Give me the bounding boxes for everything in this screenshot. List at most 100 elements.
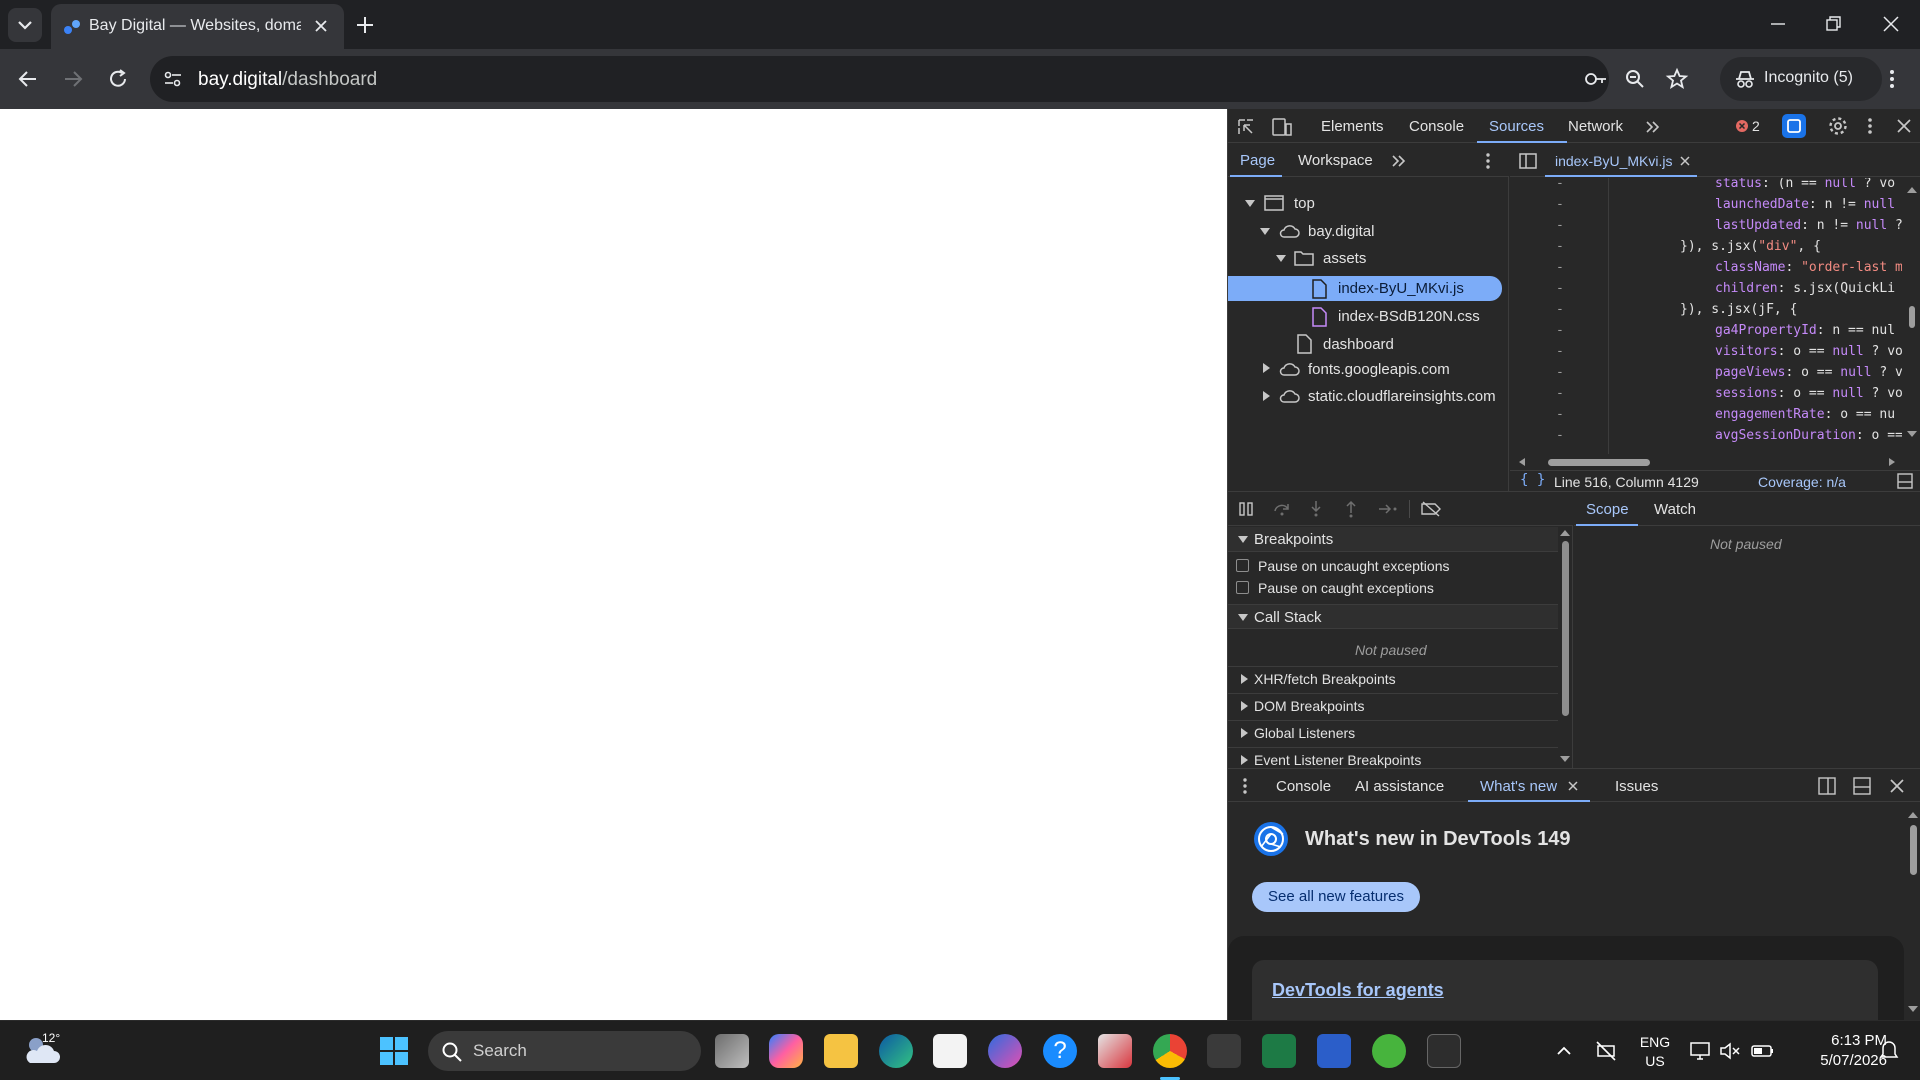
language-indicator[interactable]: ENG US xyxy=(1635,1033,1675,1071)
error-count[interactable]: 2 xyxy=(1752,118,1760,134)
browser-tab-active[interactable]: Bay Digital — Websites, domain xyxy=(51,4,344,49)
pause-uncaught-label[interactable]: Pause on uncaught exceptions xyxy=(1258,558,1449,574)
editor-file-tab[interactable]: index-ByU_MKvi.js xyxy=(1555,153,1672,169)
device-toolbar-icon[interactable] xyxy=(1271,117,1293,137)
box-app-icon[interactable] xyxy=(1207,1034,1241,1068)
copilot-icon[interactable] xyxy=(769,1034,803,1068)
devtools-menu-icon[interactable] xyxy=(1862,116,1878,136)
dom-breakpoints-header[interactable]: DOM Breakpoints xyxy=(1228,693,1558,718)
see-all-features-button[interactable]: See all new features xyxy=(1252,882,1420,912)
checkbox-uncaught[interactable] xyxy=(1236,559,1249,572)
deactivate-breakpoints-icon[interactable] xyxy=(1420,501,1442,517)
expand-domain-icon[interactable] xyxy=(1259,225,1271,237)
close-devtools-icon[interactable] xyxy=(1896,118,1912,134)
display-icon[interactable] xyxy=(1689,1040,1711,1062)
tree-domain[interactable]: bay.digital xyxy=(1308,223,1374,240)
more-tabs-chevron-icon[interactable] xyxy=(1644,119,1660,135)
chrome-icon[interactable] xyxy=(1153,1034,1187,1068)
minimize-icon[interactable] xyxy=(1768,14,1788,34)
dock-bottom-icon[interactable] xyxy=(1853,777,1871,795)
tab-network[interactable]: Network xyxy=(1568,118,1623,135)
show-hidden-icons-chevron[interactable] xyxy=(1555,1042,1573,1060)
tree-folder-assets[interactable]: assets xyxy=(1323,250,1366,267)
edge-beta-icon[interactable] xyxy=(988,1034,1022,1068)
drawer-menu-icon[interactable] xyxy=(1240,776,1250,796)
nav-tab-page[interactable]: Page xyxy=(1240,152,1275,169)
tab-scope[interactable]: Scope xyxy=(1586,501,1629,518)
notifications-bell-icon[interactable] xyxy=(1878,1039,1900,1063)
close-tab-icon[interactable] xyxy=(313,18,329,34)
debugger-sidebar-scroll[interactable] xyxy=(1559,527,1571,769)
tab-elements[interactable]: Elements xyxy=(1321,118,1384,135)
drawer-scroll[interactable] xyxy=(1907,809,1919,1017)
close-drawer-icon[interactable] xyxy=(1889,778,1905,794)
event-listener-breakpoints-header[interactable]: Event Listener Breakpoints xyxy=(1228,747,1558,769)
xhr-breakpoints-header[interactable]: XHR/fetch Breakpoints xyxy=(1228,666,1558,691)
step-icon[interactable] xyxy=(1378,501,1398,517)
restore-icon[interactable] xyxy=(1824,14,1844,34)
toggle-drawer-icon[interactable] xyxy=(1897,473,1913,489)
sidebar-scroll-thumb[interactable] xyxy=(1562,541,1569,716)
expand-folder-icon[interactable] xyxy=(1275,252,1287,264)
coverage-status[interactable]: Coverage: n/a xyxy=(1758,474,1846,490)
tree-fonts[interactable]: fonts.googleapis.com xyxy=(1308,361,1450,378)
site-settings-icon[interactable] xyxy=(162,68,184,90)
tree-cloudflare[interactable]: static.cloudflareinsights.com xyxy=(1308,388,1496,405)
bookmark-star-icon[interactable] xyxy=(1665,67,1689,91)
task-view-icon[interactable] xyxy=(715,1034,749,1068)
drawer-scroll-thumb[interactable] xyxy=(1910,825,1917,875)
web-page-viewport[interactable] xyxy=(0,109,1227,1020)
editor-vscroll-thumb[interactable] xyxy=(1909,306,1915,328)
forward-icon[interactable] xyxy=(61,67,85,91)
utorrent-icon[interactable] xyxy=(1372,1034,1406,1068)
tab-sources[interactable]: Sources xyxy=(1489,118,1544,135)
network-off-icon[interactable] xyxy=(1595,1040,1617,1062)
step-into-icon[interactable] xyxy=(1308,500,1324,518)
breakpoints-header[interactable]: Breakpoints xyxy=(1228,527,1558,552)
zoom-icon[interactable] xyxy=(1624,68,1646,90)
feature-card[interactable]: DevTools for agents xyxy=(1252,960,1878,1021)
snipping-tool-icon[interactable] xyxy=(1098,1034,1132,1068)
mcp-badge[interactable] xyxy=(1782,114,1806,138)
edge-browser-icon[interactable] xyxy=(879,1034,913,1068)
pause-caught-label[interactable]: Pause on caught exceptions xyxy=(1258,580,1434,596)
devtools-for-agents-link[interactable]: DevTools for agents xyxy=(1272,980,1444,1001)
step-over-icon[interactable] xyxy=(1273,501,1291,517)
tree-top[interactable]: top xyxy=(1294,195,1315,212)
close-whats-new-icon[interactable] xyxy=(1568,781,1578,791)
pause-icon[interactable] xyxy=(1238,501,1254,517)
close-window-icon[interactable] xyxy=(1881,14,1901,34)
dock-side-icon[interactable] xyxy=(1818,777,1836,795)
new-tab-icon[interactable] xyxy=(354,14,376,36)
global-listeners-header[interactable]: Global Listeners xyxy=(1228,720,1558,745)
expand-top-icon[interactable] xyxy=(1244,197,1256,209)
nav-tab-workspace[interactable]: Workspace xyxy=(1298,152,1373,169)
editor-hscroll[interactable] xyxy=(1510,455,1906,469)
collapse-cloudflare-icon[interactable] xyxy=(1260,390,1272,402)
editor-hscroll-thumb[interactable] xyxy=(1548,459,1650,466)
drawer-tab-ai-assistance[interactable]: AI assistance xyxy=(1355,778,1444,795)
tab-console[interactable]: Console xyxy=(1409,118,1464,135)
inspect-element-icon[interactable] xyxy=(1236,117,1256,137)
nav-menu-icon[interactable] xyxy=(1482,151,1494,171)
weather-widget[interactable]: 12° xyxy=(22,1031,68,1071)
browser-menu-icon[interactable] xyxy=(1882,67,1902,91)
terminal-icon[interactable] xyxy=(1427,1034,1461,1068)
incognito-button[interactable]: Incognito (5) xyxy=(1720,57,1882,101)
tree-dashboard[interactable]: dashboard xyxy=(1323,336,1394,353)
battery-icon[interactable] xyxy=(1750,1040,1776,1062)
help-icon[interactable]: ? xyxy=(1043,1034,1077,1068)
tree-file-css[interactable]: index-BSdB120N.css xyxy=(1338,308,1480,325)
drawer-tab-issues[interactable]: Issues xyxy=(1615,778,1658,795)
system-clock[interactable]: 6:13 PM 5/07/2026 xyxy=(1780,1031,1887,1071)
file-explorer-icon[interactable] xyxy=(824,1034,858,1068)
toggle-navigator-icon[interactable] xyxy=(1518,151,1538,171)
error-icon[interactable] xyxy=(1735,119,1749,133)
windows-start-icon[interactable] xyxy=(378,1035,410,1067)
pretty-print-icon[interactable]: { } xyxy=(1520,472,1545,488)
drawer-tab-whats-new[interactable]: What's new xyxy=(1480,778,1557,795)
close-file-tab-icon[interactable] xyxy=(1680,156,1690,166)
address-bar[interactable]: bay.digital/dashboard xyxy=(150,56,1609,102)
taskbar-search[interactable]: Search xyxy=(428,1031,701,1071)
tree-selected-row[interactable]: index-ByU_MKvi.js xyxy=(1228,276,1502,301)
